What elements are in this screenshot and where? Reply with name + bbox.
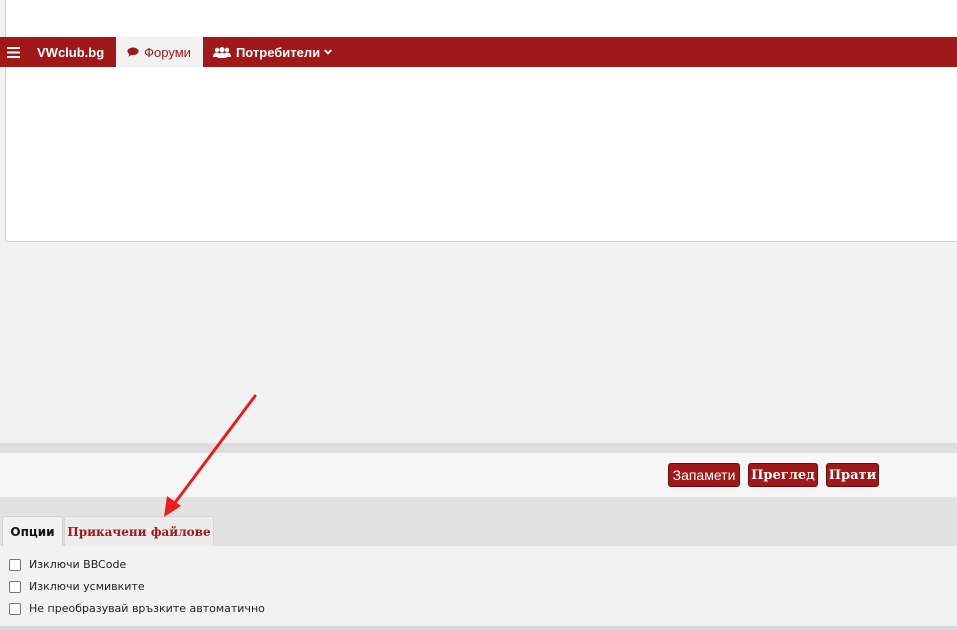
option-disable-bbcode[interactable]: Изключи BBCode	[9, 558, 126, 571]
options-panel: Изключи BBCode Изключи усмивките Не прео…	[0, 546, 957, 626]
preview-button[interactable]: Преглед	[748, 463, 818, 487]
nav-forums[interactable]: Форуми	[116, 37, 203, 67]
nav-forums-label: Форуми	[144, 44, 191, 60]
nav-users-label: Потребители	[235, 44, 321, 60]
comment-icon	[127, 47, 139, 57]
save-button[interactable]: Запамети	[668, 463, 740, 487]
option-label: Не преобразувай връзките автоматично	[29, 602, 265, 615]
tab-bar: Опции Прикачени файлове	[0, 497, 957, 546]
no-autolink-checkbox[interactable]	[9, 602, 21, 615]
top-navbar: VWclub.bg Форуми Потребители	[0, 37, 957, 67]
option-label: Изключи BBCode	[29, 558, 127, 571]
disable-smilies-checkbox[interactable]	[9, 580, 21, 593]
users-icon	[212, 46, 231, 58]
hamburger-icon	[6, 46, 20, 58]
option-no-autolink[interactable]: Не преобразувай връзките автоматично	[9, 602, 265, 615]
submit-button[interactable]: Прати	[826, 463, 879, 487]
tab-attachments[interactable]: Прикачени файлове	[64, 516, 214, 546]
chevron-down-icon	[324, 49, 332, 55]
divider	[0, 626, 957, 630]
menu-button[interactable]	[0, 37, 26, 67]
divider	[0, 443, 957, 453]
nav-users[interactable]: Потребители	[203, 37, 342, 67]
disable-bbcode-checkbox[interactable]	[9, 558, 21, 571]
brand-link[interactable]: VWclub.bg	[26, 37, 116, 67]
option-label: Изключи усмивките	[29, 580, 145, 593]
action-bar: Запамети Преглед Прати	[0, 453, 957, 497]
tab-options[interactable]: Опции	[2, 516, 63, 546]
option-disable-smilies[interactable]: Изключи усмивките	[9, 580, 145, 593]
brand-label: VWclub.bg	[37, 44, 105, 60]
